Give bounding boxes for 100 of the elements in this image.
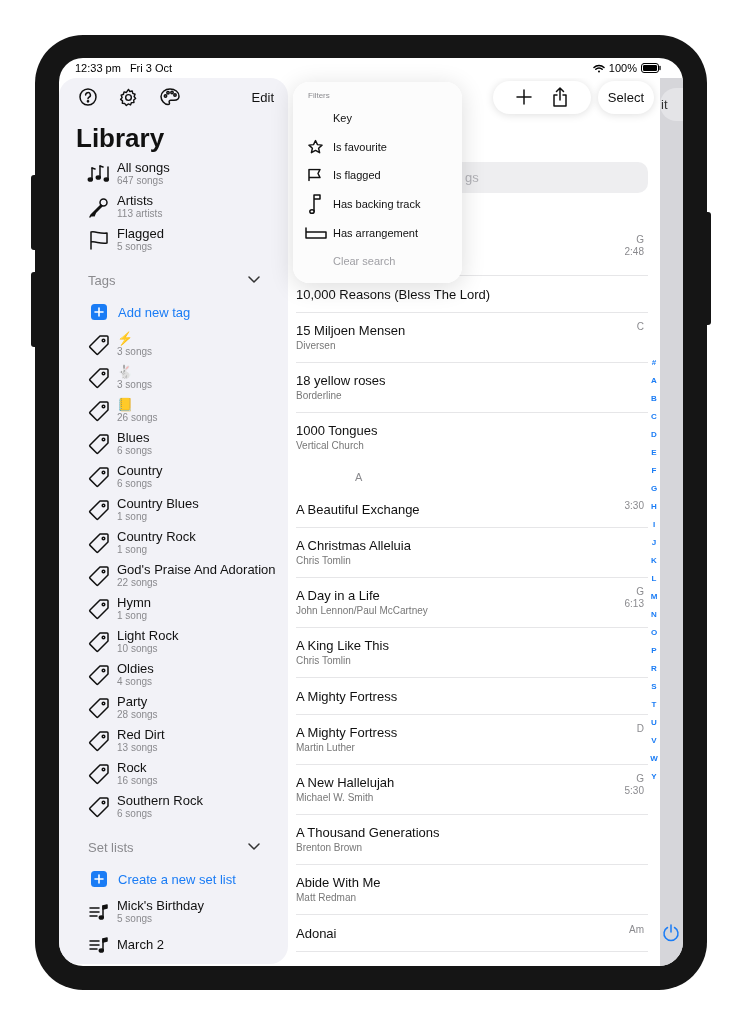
edit-button[interactable]: Edit	[251, 89, 274, 105]
song-title[interactable]: 10,000 Reasons (Bless The Lord)	[296, 285, 491, 303]
index-letter[interactable]: I	[652, 516, 656, 534]
status-date: Fri 3 Oct	[129, 62, 173, 74]
index-letter[interactable]: G	[650, 480, 658, 498]
song-title[interactable]: A Day in a Life	[296, 587, 428, 604]
index-letter[interactable]: M	[650, 588, 658, 606]
index-letter[interactable]: L	[651, 570, 657, 588]
tag-icon	[88, 333, 110, 356]
tag-title[interactable]: Country Blues	[117, 496, 199, 511]
tag-count: 22 songs	[117, 577, 159, 589]
song-duration: 2:48	[624, 246, 644, 258]
index-letter[interactable]: #	[651, 354, 657, 372]
library-title: Library	[76, 122, 166, 155]
create-set-list-button[interactable]: Create a new set list	[91, 863, 236, 895]
section-header: Tags	[88, 272, 116, 288]
help-icon	[79, 88, 97, 106]
index-letter[interactable]: C	[651, 408, 657, 426]
music-note-icon	[308, 193, 322, 216]
song-title[interactable]: A Thousand Generations	[296, 824, 440, 841]
menu-item[interactable]: Is favourite	[293, 132, 462, 162]
tag-count: 16 songs	[117, 775, 158, 787]
set-list-title[interactable]: Mick's Birthday	[117, 898, 204, 913]
plus-icon	[91, 871, 107, 887]
song-title[interactable]: 1000 Tongues	[296, 422, 378, 439]
song-key: D	[636, 723, 644, 735]
tag-title[interactable]: Southern Rock	[117, 793, 203, 808]
playlist-icon	[89, 934, 109, 955]
tag-title[interactable]: Hymn	[117, 595, 151, 610]
plus-icon	[515, 89, 532, 105]
song-artist: Chris Tomlin	[296, 654, 352, 668]
tag-title[interactable]: God's Praise And Adoration	[117, 562, 276, 577]
power-icon	[662, 924, 680, 942]
set-list-title[interactable]: March 2	[117, 937, 164, 952]
index-letter[interactable]: K	[651, 552, 657, 570]
index-letter[interactable]: S	[651, 678, 657, 696]
tag-icon	[88, 762, 110, 785]
song-artist: Matt Redman	[296, 891, 358, 905]
add-tag-button[interactable]: Add new tag	[91, 296, 191, 328]
index-letter[interactable]: W	[650, 750, 658, 768]
song-title[interactable]: A Christmas Alleluia	[296, 537, 411, 554]
tag-icon	[88, 498, 110, 521]
library-count: 113 artists	[117, 208, 163, 220]
song-title[interactable]: Adonai	[296, 924, 337, 942]
song-artist: Brenton Brown	[296, 841, 364, 855]
tag-title[interactable]: Blues	[117, 430, 153, 445]
menu-item[interactable]: Is flagged	[293, 161, 462, 190]
tag-title[interactable]: Country	[117, 463, 163, 478]
tag-title[interactable]: Red Dirt	[117, 727, 165, 742]
index-letter[interactable]: O	[650, 624, 658, 642]
set-list-count: 5 songs	[117, 913, 154, 925]
tag-count: 6 songs	[117, 478, 154, 490]
index-letter[interactable]: B	[651, 390, 657, 408]
song-key: Am	[629, 924, 644, 936]
tag-title[interactable]: Light Rock	[117, 628, 179, 643]
music-notes-icon	[87, 163, 111, 184]
song-title[interactable]: A New Hallelujah	[296, 774, 395, 791]
index-letter[interactable]: J	[651, 534, 657, 552]
tag-title[interactable]: Party	[117, 694, 158, 709]
library-title[interactable]: Artists	[117, 193, 163, 208]
menu-item[interactable]: Has arrangement	[293, 218, 462, 247]
library-title[interactable]: All songs	[117, 160, 170, 175]
song-key: G	[636, 234, 644, 246]
battery-icon	[641, 63, 661, 73]
song-title[interactable]: A Beautiful Exchange	[296, 500, 420, 518]
battery-level: 100%	[608, 62, 637, 74]
index-letter[interactable]: A	[651, 372, 657, 390]
index-letter[interactable]: U	[651, 714, 657, 732]
arrangement-icon	[305, 226, 327, 239]
tag-icon	[88, 795, 110, 818]
song-title[interactable]: 18 yellow roses	[296, 372, 386, 389]
edit-button[interactable]: it	[660, 88, 683, 121]
index-letter[interactable]: V	[651, 732, 657, 750]
tag-count: 3 songs	[117, 379, 153, 391]
song-title[interactable]: Abide With Me	[296, 874, 381, 891]
song-title[interactable]: 15 Miljoen Mensen	[296, 322, 406, 339]
index-letter[interactable]: Y	[651, 768, 657, 786]
index-letter[interactable]: T	[651, 696, 657, 714]
tag-count: 1 song	[117, 544, 149, 556]
index-letter[interactable]: N	[651, 606, 657, 624]
song-title[interactable]: A Mighty Fortress	[296, 724, 398, 741]
select-button[interactable]: Select	[597, 80, 654, 114]
index-letter[interactable]: D	[651, 426, 657, 444]
tag-title[interactable]: Oldies	[117, 661, 154, 676]
tag-title[interactable]: 🐇	[117, 364, 153, 379]
index-letter[interactable]: H	[651, 498, 657, 516]
tag-title[interactable]: Country Rock	[117, 529, 196, 544]
index-letter[interactable]: E	[651, 444, 657, 462]
song-duration: 6:13	[624, 598, 644, 610]
menu-item[interactable]: Key	[293, 104, 462, 133]
song-title[interactable]: A Mighty Fortress	[296, 687, 398, 705]
library-title[interactable]: Flagged	[117, 226, 164, 241]
index-letter[interactable]: R	[651, 660, 657, 678]
index-letter[interactable]: P	[651, 642, 657, 660]
song-artist: John Lennon/Paul McCartney	[296, 604, 428, 618]
wifi-icon	[592, 63, 605, 73]
index-letter[interactable]: F	[651, 462, 657, 480]
tag-title[interactable]: Rock	[117, 760, 158, 775]
song-title[interactable]: A King Like This	[296, 637, 389, 654]
song-artist: Vertical Church	[296, 439, 365, 453]
